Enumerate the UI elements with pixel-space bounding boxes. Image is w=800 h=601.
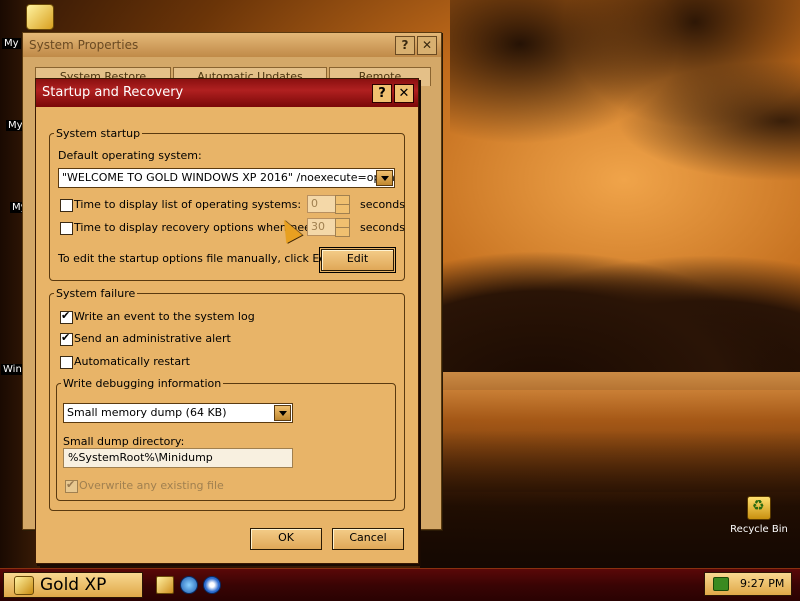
group-legend: System failure — [56, 287, 136, 300]
display-list-value: 0 — [307, 195, 336, 213]
media-player-icon[interactable] — [203, 576, 221, 594]
help-button[interactable]: ? — [372, 84, 392, 103]
cancel-button[interactable]: Cancel — [332, 528, 404, 550]
recycle-bin-label: Recycle Bin — [730, 524, 788, 535]
seconds-label: seconds — [360, 198, 405, 211]
display-list-spinner[interactable]: 0 — [307, 195, 350, 214]
display-recovery-spinner[interactable]: 30 — [307, 218, 350, 237]
window-title: System Properties — [29, 38, 139, 52]
clock[interactable]: 9:27 PM — [740, 573, 784, 595]
recycle-bin[interactable]: Recycle Bin — [728, 496, 790, 535]
overwrite-checkbox[interactable] — [65, 478, 78, 493]
dump-dir-label: Small dump directory: — [63, 435, 185, 448]
desktop-icon-label[interactable]: My — [2, 38, 21, 49]
display-list-label: Time to display list of operating system… — [74, 198, 302, 211]
send-alert-label: Send an administrative alert — [74, 332, 231, 345]
help-button[interactable]: ? — [395, 36, 415, 55]
chevron-down-icon[interactable] — [376, 170, 393, 186]
taskbar: Gold XP 9:27 PM — [0, 568, 800, 601]
close-button[interactable]: ✕ — [394, 84, 414, 103]
gold-xp-logo-icon — [14, 576, 34, 595]
start-label: Gold XP — [40, 575, 107, 595]
seconds-label: seconds — [360, 221, 405, 234]
overwrite-label: Overwrite any existing file — [79, 479, 224, 492]
default-os-label: Default operating system: — [58, 149, 202, 162]
dump-dir-input[interactable]: %SystemRoot%\Minidump — [63, 448, 293, 468]
folder-icon[interactable] — [156, 576, 174, 594]
system-tray: 9:27 PM — [704, 572, 792, 596]
edit-hint: To edit the startup options file manuall… — [58, 252, 338, 265]
display-list-checkbox[interactable] — [60, 199, 73, 212]
auto-restart-label: Automatically restart — [74, 355, 190, 368]
chevron-down-icon[interactable] — [274, 405, 291, 421]
display-recovery-checkbox[interactable] — [60, 222, 73, 235]
ok-button[interactable]: OK — [250, 528, 322, 550]
recycle-bin-icon — [747, 496, 771, 520]
wallpaper-treeline — [430, 250, 800, 390]
edit-button[interactable]: Edit — [319, 247, 396, 273]
group-legend: Write debugging information — [63, 377, 222, 390]
dialog-title: Startup and Recovery — [42, 85, 184, 100]
spin-down-icon[interactable] — [335, 227, 350, 237]
dump-type-value: Small memory dump (64 KB) — [67, 406, 227, 419]
write-event-checkbox[interactable] — [60, 309, 73, 324]
default-os-value: "WELCOME TO GOLD WINDOWS XP 2016" /noexe… — [62, 171, 395, 184]
display-recovery-value: 30 — [307, 218, 336, 236]
spin-down-icon[interactable] — [335, 204, 350, 214]
internet-explorer-icon[interactable] — [180, 576, 198, 594]
dialog-titlebar[interactable]: Startup and Recovery ? ✕ — [36, 79, 418, 107]
group-legend: System startup — [56, 127, 141, 140]
send-alert-checkbox[interactable] — [60, 331, 73, 346]
network-icon[interactable] — [713, 577, 729, 591]
default-os-select[interactable]: "WELCOME TO GOLD WINDOWS XP 2016" /noexe… — [58, 168, 395, 188]
wallpaper-foliage — [450, 0, 800, 220]
system-properties-titlebar[interactable]: System Properties ? ✕ — [23, 33, 441, 57]
dump-type-select[interactable]: Small memory dump (64 KB) — [63, 403, 293, 423]
auto-restart-checkbox[interactable] — [60, 356, 73, 369]
write-event-label: Write an event to the system log — [74, 310, 255, 323]
close-button[interactable]: ✕ — [417, 36, 437, 55]
startup-recovery-dialog[interactable]: Startup and Recovery ? ✕ System startup … — [35, 78, 419, 564]
gold-xp-logo-icon — [26, 4, 54, 30]
start-button[interactable]: Gold XP — [3, 572, 143, 598]
